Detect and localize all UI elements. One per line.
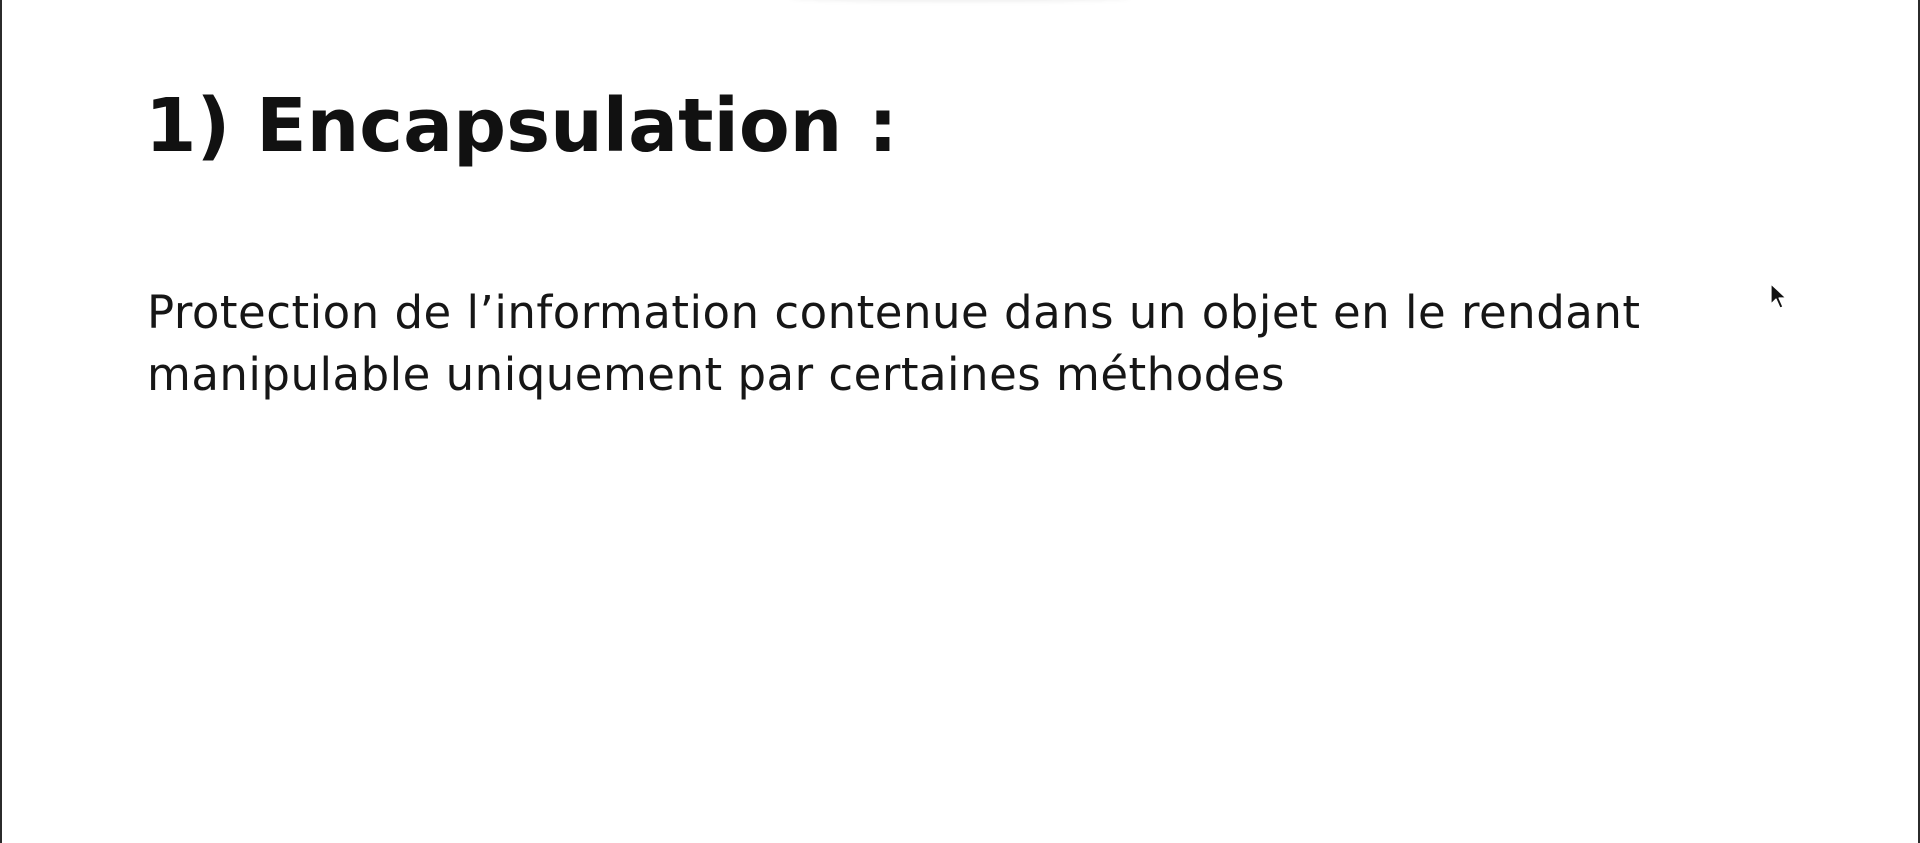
slide-body-text: Protection de l’information contenue dan…	[147, 286, 1641, 401]
frame-left-edge	[0, 0, 2, 843]
presentation-slide: 1) Encapsulation : Protection de l’infor…	[0, 0, 1920, 843]
mouse-pointer-icon	[1770, 283, 1787, 309]
top-shadow	[790, 0, 1130, 2]
slide-title: 1) Encapsulation :	[145, 83, 898, 169]
